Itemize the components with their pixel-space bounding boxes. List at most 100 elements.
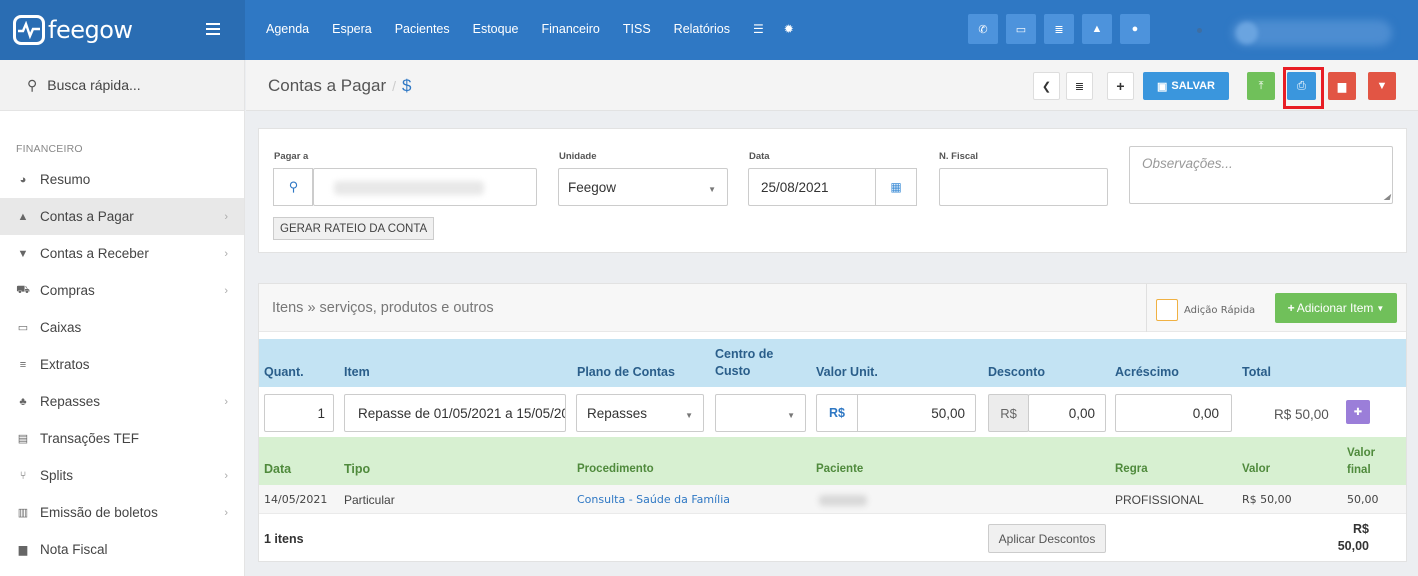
sidebar-item-nota-fiscal[interactable]: ▆ Nota Fiscal	[0, 531, 244, 568]
sidebar-item-splits[interactable]: ⑂ Splits ›	[0, 457, 244, 494]
item-input[interactable]: Repasse de 01/05/2021 a 15/05/2021	[344, 394, 566, 432]
detail-table-header: Data Tipo Procedimento Paciente Regra Va…	[259, 437, 1406, 485]
items-title: Itens » serviços, produtos e outros	[272, 300, 494, 316]
sum-currency: R$	[1353, 522, 1369, 536]
upload-button[interactable]: ⤒	[1247, 72, 1275, 100]
calendar-button[interactable]: ▦	[875, 168, 917, 206]
add-item-button[interactable]: + Adicionar Item ▼	[1275, 293, 1397, 323]
sidebar-item-extratos[interactable]: ≡ Extratos	[0, 346, 244, 383]
inbox-icon[interactable]: ▭	[1006, 14, 1036, 44]
unit-label: Unidade	[559, 151, 597, 162]
row-action-button[interactable]: ✚	[1346, 400, 1370, 424]
breadcrumb-separator: /	[392, 78, 397, 94]
chevron-right-icon: ›	[224, 284, 228, 297]
list-button[interactable]: ≣	[1066, 72, 1093, 100]
nav-espera[interactable]: Espera	[332, 22, 372, 36]
quick-add-checkbox[interactable]	[1156, 299, 1178, 321]
discount-input[interactable]: 0,00	[1028, 394, 1106, 432]
detail-row: 14/05/2021 Particular Consulta - Saúde d…	[259, 485, 1406, 514]
qty-input[interactable]: 1	[264, 394, 334, 432]
detail-rule: PROFISSIONAL	[1115, 493, 1204, 507]
resize-grip-icon[interactable]: ◢	[1384, 192, 1390, 201]
items-panel: Itens » serviços, produtos e outros Adiç…	[258, 283, 1407, 562]
back-button[interactable]: ❮	[1033, 72, 1060, 100]
chevron-right-icon: ›	[224, 506, 228, 519]
logo[interactable]: feegow	[13, 15, 133, 45]
items-table-header: Quant. Item Plano de Contas Centro de Cu…	[259, 339, 1406, 387]
database-icon[interactable]: ☰	[753, 22, 764, 36]
sidebar-item-contas-a-receber[interactable]: ▼ Contas a Receber ›	[0, 235, 244, 272]
detail-date: 14/05/2021	[264, 493, 328, 506]
generate-rateio-button[interactable]: GERAR RATEIO DA CONTA	[273, 217, 435, 240]
sidebar-item-label: Contas a Pagar	[40, 209, 134, 224]
nav-financeiro[interactable]: Financeiro	[542, 22, 600, 36]
row-total: R$ 50,00	[1274, 407, 1329, 422]
plan-select[interactable]: Repasses ▼	[576, 394, 704, 432]
plus-icon: +	[1116, 78, 1125, 94]
date-label: Data	[749, 151, 770, 162]
sidebar-item-emiss-o-de-boletos[interactable]: ▥ Emissão de boletos ›	[0, 494, 244, 531]
sidebar-item-label: Transações TEF	[40, 431, 140, 446]
cost-center-select[interactable]: ▼	[715, 394, 806, 432]
unit-value-input[interactable]: 50,00	[857, 394, 976, 432]
chevron-right-icon: ›	[224, 210, 228, 223]
procedure-link[interactable]: Consulta - Saúde da Família	[577, 493, 730, 506]
discount-currency-prefix[interactable]: R$	[988, 394, 1029, 432]
quick-search[interactable]: ⚲ Busca rápida...	[0, 60, 244, 111]
date-input[interactable]: 25/08/2021	[748, 168, 876, 206]
col-procedure: Procedimento	[577, 463, 654, 475]
redacted-patient	[819, 495, 867, 506]
split-icon: ⑂	[19, 469, 27, 482]
add-button[interactable]: +	[1107, 72, 1134, 100]
gear-icon[interactable]: ✹	[784, 22, 794, 36]
cart-icon: ⛟	[16, 283, 30, 296]
sidebar-item-contas-a-pagar[interactable]: ▲ Contas a Pagar ›	[0, 198, 244, 235]
nf-input[interactable]	[939, 168, 1108, 206]
breadcrumb-currency[interactable]: $	[402, 76, 411, 95]
date-value: 25/08/2021	[761, 179, 829, 195]
items-header: Itens » serviços, produtos e outros Adiç…	[259, 284, 1406, 332]
nav-pacientes[interactable]: Pacientes	[395, 22, 450, 36]
nav-tiss[interactable]: TISS	[623, 22, 651, 36]
chevron-right-icon: ›	[224, 247, 228, 260]
observations-textarea[interactable]: Observações... ◢	[1129, 146, 1393, 204]
file-icon: ▆	[18, 544, 28, 556]
phone-icon[interactable]: ✆	[968, 14, 998, 44]
plus-icon: +	[1287, 301, 1295, 315]
chevron-right-icon: ›	[224, 395, 228, 408]
inbox-icon: ▭	[17, 322, 29, 334]
col-cost-center: Centro de Custo	[715, 347, 774, 378]
top-navigation: Agenda Espera Pacientes Estoque Financei…	[266, 22, 814, 36]
pay-to-input[interactable]	[313, 168, 537, 206]
addition-input[interactable]: 0,00	[1115, 394, 1232, 432]
col-total: Total	[1242, 365, 1271, 379]
search-icon: ⚲	[27, 76, 38, 93]
sidebar-item-label: Nota Fiscal	[40, 542, 108, 557]
quick-search-label: Busca rápida...	[47, 77, 141, 93]
pie-chart-icon: ◕	[19, 173, 27, 186]
col-final-value: Valor final	[1347, 447, 1376, 476]
delete-button[interactable]: ▼	[1368, 72, 1396, 100]
menu-toggle-icon[interactable]	[206, 23, 220, 35]
sidebar-heading: FINANCEIRO	[16, 143, 83, 155]
nav-agenda[interactable]: Agenda	[266, 22, 309, 36]
sidebar: ⚲ Busca rápida... FINANCEIRO ◕ Resumo ▲ Con…	[0, 60, 245, 576]
sidebar-item-repasses[interactable]: ♣ Repasses ›	[0, 383, 244, 420]
apply-discounts-button[interactable]: Aplicar Descontos	[988, 524, 1106, 553]
nav-estoque[interactable]: Estoque	[473, 22, 519, 36]
sidebar-item-label: Caixas	[40, 320, 82, 335]
sidebar-item-compras[interactable]: ⛟ Compras ›	[0, 272, 244, 309]
save-button[interactable]: ▣ SALVAR	[1143, 72, 1229, 100]
list-icon[interactable]: ≣	[1044, 14, 1074, 44]
chat-icon[interactable]: ●	[1120, 14, 1150, 44]
nav-relatorios[interactable]: Relatórios	[674, 22, 730, 36]
avatar[interactable]	[1236, 22, 1258, 44]
pdf-button[interactable]: ▆	[1328, 72, 1356, 100]
sidebar-item-transa-es-tef[interactable]: ▤ Transações TEF	[0, 420, 244, 457]
sidebar-item-caixas[interactable]: ▭ Caixas	[0, 309, 244, 346]
pay-to-search-button[interactable]: ⚲	[273, 168, 313, 206]
unit-select[interactable]: Feegow ▼	[558, 168, 728, 206]
sidebar-item-resumo[interactable]: ◕ Resumo	[0, 161, 244, 198]
table-row: 1 Repasse de 01/05/2021 a 15/05/2021 Rep…	[259, 387, 1406, 437]
bell-icon[interactable]: ▲	[1082, 14, 1112, 44]
